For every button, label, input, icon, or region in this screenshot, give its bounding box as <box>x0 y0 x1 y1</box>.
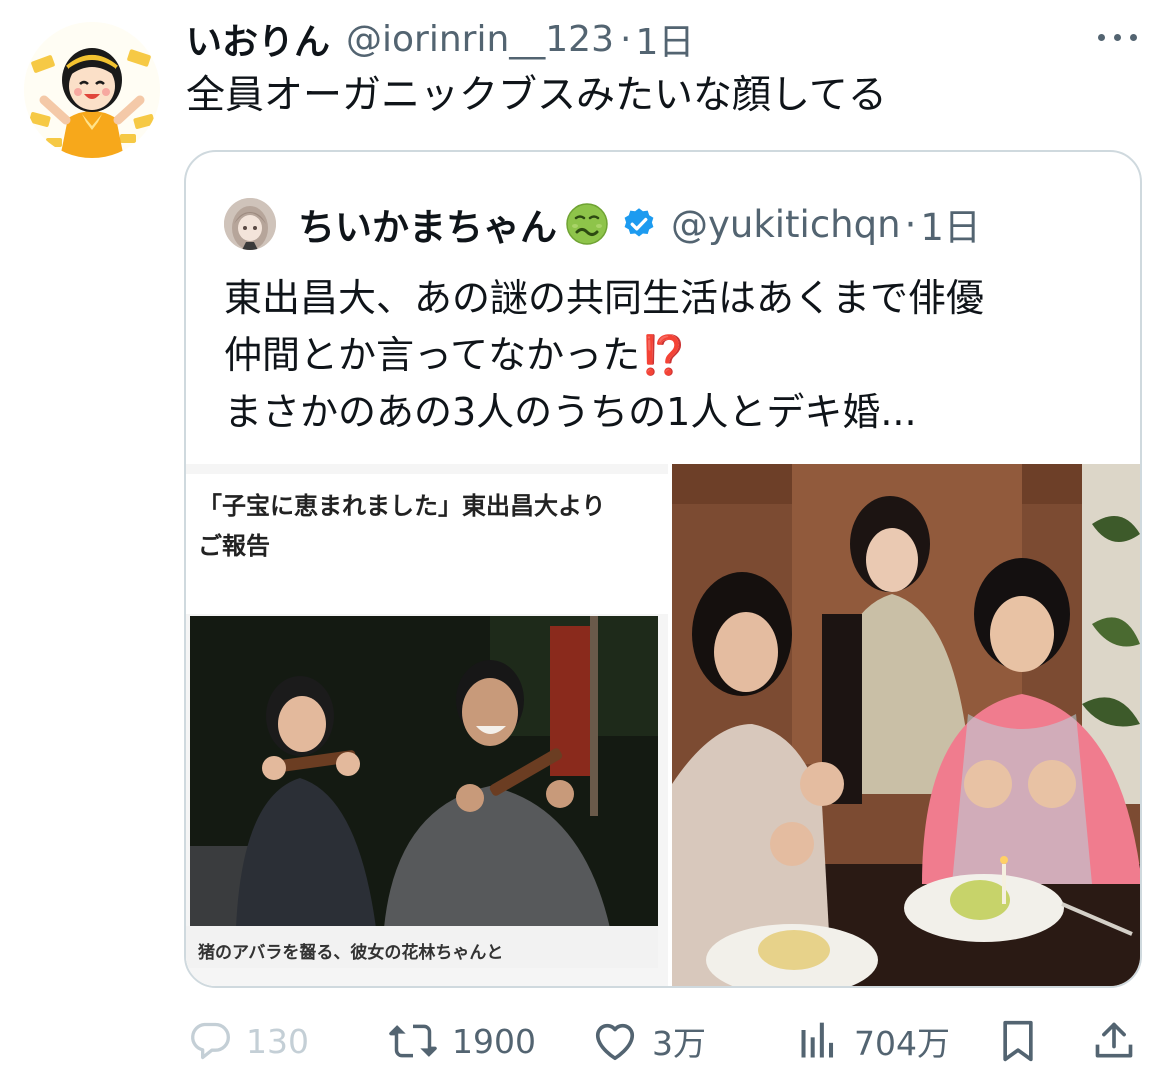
quoted-text-line: まさかのあの3人のうちの1人とデキ婚... <box>224 390 917 434</box>
like-count: 3万 <box>652 1024 706 1063</box>
headline-line: ご報告 <box>198 532 270 560</box>
reply-button[interactable]: 130 <box>188 1018 309 1064</box>
user-handle[interactable]: @iorinrin__123 <box>346 19 614 60</box>
reply-icon <box>191 1022 230 1060</box>
three-women-birthday-photo <box>672 464 1140 986</box>
quoted-tweet-text: 東出昌大、あの謎の共同生活はあくまで俳優 仲間とか言ってなかった⁉️ まさかのあ… <box>224 270 1124 441</box>
views-count: 704万 <box>854 1024 950 1063</box>
headline-line: 「子宝に恵まれました」東出昌大より <box>198 492 606 520</box>
quoted-user-handle[interactable]: @yukitichqn <box>671 203 901 246</box>
share-icon <box>1095 1022 1133 1058</box>
separator-dot: · <box>620 18 632 60</box>
tweet-text: 全員オーガニックブスみたいな顔してる <box>186 73 887 118</box>
tweet-time[interactable]: 1日 <box>635 13 694 65</box>
views-button[interactable]: 704万 <box>796 1018 950 1064</box>
tweet-action-bar: 130 1900 3万 704万 <box>0 1010 1170 1070</box>
couple-eating-photo <box>190 616 658 928</box>
group-photo-image[interactable] <box>672 464 1140 986</box>
quoted-media: 「子宝に恵まれました」東出昌大より ご報告 猪のアバラを齧る、彼女の花林ちゃんと <box>186 464 1140 986</box>
retweet-icon <box>389 1024 437 1058</box>
quoted-user-avatar[interactable] <box>224 198 276 250</box>
article-caption: 猪のアバラを齧る、彼女の花林ちゃんと <box>186 926 658 968</box>
reply-count: 130 <box>246 1021 309 1061</box>
quoted-text-line: 東出昌大、あの謎の共同生活はあくまで俳優 <box>224 276 985 320</box>
separator-dot: · <box>904 202 917 246</box>
verified-badge-icon[interactable] <box>621 206 657 242</box>
views-bar-chart-icon <box>801 1022 834 1058</box>
bookmark-button[interactable] <box>996 1018 1040 1064</box>
illustrated-girl-avatar-icon <box>24 22 160 158</box>
more-options-icon[interactable] <box>1096 20 1140 54</box>
quoted-text-line: 仲間とか言ってなかった⁉️ <box>224 333 688 377</box>
article-screenshot-image[interactable]: 「子宝に恵まれました」東出昌大より ご報告 猪のアバラを齧る、彼女の花林ちゃんと <box>186 464 668 986</box>
quoted-tweet-card[interactable]: ちいかまちゃん @yukitichqn · 1日 東出昌大、あの謎の共同生活はあ… <box>184 150 1142 988</box>
anime-girl-avatar-icon <box>224 198 276 250</box>
retweet-button[interactable]: 1900 <box>388 1018 536 1064</box>
like-button[interactable]: 3万 <box>592 1018 706 1064</box>
heart-icon <box>595 1023 635 1061</box>
user-avatar[interactable] <box>24 22 160 158</box>
retweet-count: 1900 <box>452 1021 536 1061</box>
share-button[interactable] <box>1092 1018 1136 1064</box>
bookmark-icon <box>1003 1020 1033 1062</box>
display-name[interactable]: いおりん <box>186 13 330 65</box>
tweet-header: いおりん @iorinrin__123 · 1日 <box>186 14 694 64</box>
article-headline: 「子宝に恵まれました」東出昌大より ご報告 <box>186 474 668 614</box>
quoted-tweet-time[interactable]: 1日 <box>920 197 981 251</box>
quoted-tweet-header: ちいかまちゃん @yukitichqn · 1日 <box>298 196 981 252</box>
quoted-display-name[interactable]: ちいかまちゃん <box>298 197 557 251</box>
nauseated-face-emoji-icon <box>566 203 608 245</box>
